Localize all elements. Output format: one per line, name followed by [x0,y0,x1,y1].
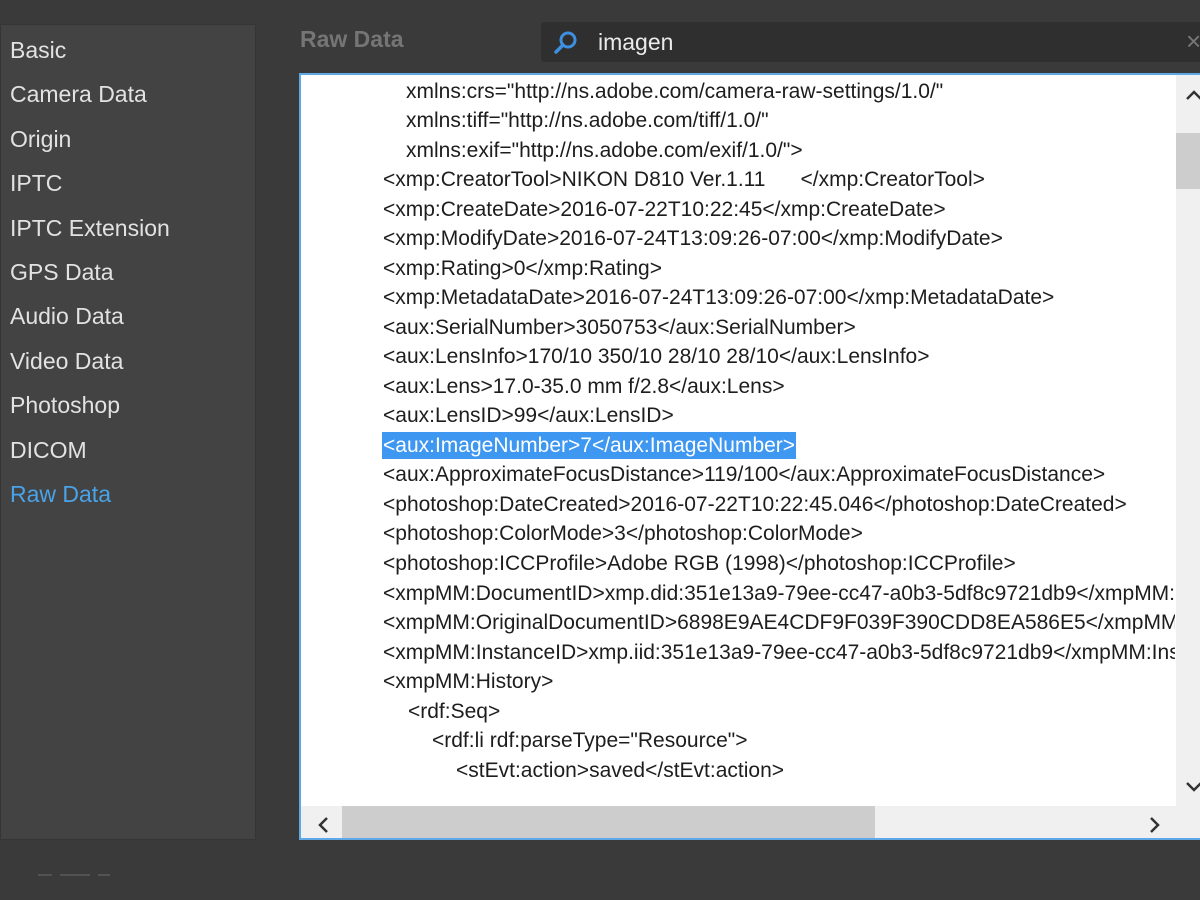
sidebar-item-audio-data[interactable]: Audio Data [10,303,124,330]
sidebar-item-dicom[interactable]: DICOM [10,437,87,464]
vertical-scroll-thumb[interactable] [1176,133,1200,189]
scroll-left-icon[interactable] [317,816,329,834]
xml-line: <aux:Lens>17.0-35.0 mm f/2.8</aux:Lens> [383,375,785,398]
xml-line: <xmpMM:DocumentID>xmp.did:351e13a9-79ee-… [383,582,1175,605]
sidebar-item-camera-data[interactable]: Camera Data [10,81,147,108]
xml-line: xmlns:tiff="http://ns.adobe.com/tiff/1.0… [406,109,769,132]
xml-line: <xmp:CreateDate>2016-07-22T10:22:45</xmp… [383,198,946,221]
footer-divider [38,866,128,876]
xml-line: <xmp:ModifyDate>2016-07-24T13:09:26-07:0… [383,227,1003,250]
category-sidebar: Basic Camera Data Origin IPTC IPTC Exten… [0,24,256,840]
search-box[interactable]: × [541,22,1200,62]
scroll-down-icon[interactable] [1185,781,1200,793]
vertical-scrollbar[interactable] [1176,75,1200,806]
clear-search-icon[interactable]: × [1186,28,1200,54]
sidebar-item-gps-data[interactable]: GPS Data [10,259,114,286]
xml-line: <aux:SerialNumber>3050753</aux:SerialNum… [383,316,856,339]
search-icon [554,31,577,54]
xml-line: <xmp:MetadataDate>2016-07-24T13:09:26-07… [383,286,1055,309]
search-input[interactable] [598,26,1158,58]
sidebar-item-raw-data[interactable]: Raw Data [10,481,111,508]
sidebar-item-basic[interactable]: Basic [10,37,66,64]
xml-line: <xmpMM:InstanceID>xmp.iid:351e13a9-79ee-… [383,641,1175,664]
xml-line: <photoshop:ICCProfile>Adobe RGB (1998)</… [383,552,1016,575]
xml-line: <aux:LensID>99</aux:LensID> [383,404,674,427]
scroll-right-icon[interactable] [1149,816,1161,834]
xml-line: <xmp:CreatorTool>NIKON D810 Ver.1.11 </x… [383,168,985,191]
xml-line: <xmp:Rating>0</xmp:Rating> [383,257,662,280]
xml-line: <rdf:Seq> [408,700,501,723]
xml-line: <rdf:li rdf:parseType="Resource"> [432,729,748,752]
raw-data-text[interactable]: xmlns:crs="http://ns.adobe.com/camera-ra… [301,75,1175,806]
sidebar-item-photoshop[interactable]: Photoshop [10,392,120,419]
xml-line: <xmpMM:OriginalDocumentID>6898E9AE4CDF9F… [383,611,1175,634]
xml-line: <photoshop:DateCreated>2016-07-22T10:22:… [383,493,1127,516]
xml-line: <aux:ApproximateFocusDistance>119/100</a… [383,463,1106,486]
horizontal-scroll-thumb[interactable] [342,806,875,838]
sidebar-item-video-data[interactable]: Video Data [10,348,123,375]
xml-line: <stEvt:action>saved</stEvt:action> [456,759,785,782]
scroll-up-icon[interactable] [1185,89,1200,101]
xml-line-highlighted: <aux:ImageNumber>7</aux:ImageNumber> [382,432,797,459]
sidebar-item-iptc-extension[interactable]: IPTC Extension [10,215,170,242]
xml-line: xmlns:crs="http://ns.adobe.com/camera-ra… [406,80,944,103]
xml-line: <aux:LensInfo>170/10 350/10 28/10 28/10<… [383,345,930,368]
panel-title: Raw Data [300,26,404,52]
xml-line: xmlns:exif="http://ns.adobe.com/exif/1.0… [406,139,803,162]
xml-line: <photoshop:ColorMode>3</photoshop:ColorM… [383,522,863,545]
raw-data-panel: xmlns:crs="http://ns.adobe.com/camera-ra… [299,73,1200,840]
horizontal-scrollbar[interactable] [301,806,1200,838]
xml-line: <xmpMM:History> [383,670,554,693]
sidebar-item-iptc[interactable]: IPTC [10,170,62,197]
sidebar-item-origin[interactable]: Origin [10,126,71,153]
